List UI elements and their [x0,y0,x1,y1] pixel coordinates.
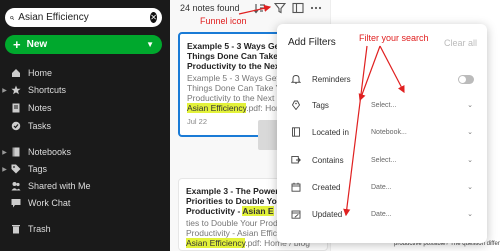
updated-date-select[interactable]: Date... ⌄ [371,207,473,221]
sidebar-item-label: Home [28,68,53,78]
sidebar-item-label: Work Chat [28,198,71,208]
new-button[interactable]: + New ▼ [5,35,162,54]
sidebar-item-label: Tags [28,164,48,174]
sidebar-item-label: Notes [28,103,52,113]
note-title-line: Productivity - [186,206,243,216]
select-value: Select... [371,156,397,164]
chat-icon [9,197,23,209]
filter-row-contains: Contains Select... ⌄ [277,150,487,170]
tags-select[interactable]: Select... ⌄ [371,98,473,112]
chevron-down-icon: ⌄ [467,184,473,191]
sidebar-item-tags[interactable]: ▶ Tags [0,161,47,177]
sidebar-item-home[interactable]: Home [0,65,52,81]
sidebar-item-trash[interactable]: Trash [0,221,51,237]
chevron-down-icon: ▼ [146,40,154,49]
chevron-down-icon: ⌄ [467,129,473,136]
bell-icon [291,75,301,84]
search-icon [10,15,15,20]
sidebar-item-label: Shortcuts [28,85,67,95]
contains-icon [291,156,301,164]
filter-row-reminders: Reminders [277,69,487,89]
filter-label: Located in [312,127,349,137]
sidebar-item-work-chat[interactable]: Work Chat [0,195,70,211]
sidebar-item-shared-with-me[interactable]: Shared with Me [0,178,91,194]
select-value: Select... [371,101,397,109]
sort-icon[interactable] [254,2,266,14]
filter-label: Created [312,182,341,192]
clear-search-icon[interactable]: ✕ [150,12,157,23]
search-highlight: Asian Efficiency [186,238,246,248]
shared-icon [9,180,23,192]
filter-row-updated: Updated Date... ⌄ [277,204,487,224]
filter-label: Updated [312,209,343,219]
chevron-down-icon: ⌄ [467,102,473,109]
sidebar-item-label: Notebooks [28,147,72,157]
trash-icon [9,223,23,235]
calendar-edit-icon [291,210,301,219]
notebook-select[interactable]: Notebook... ⌄ [371,125,473,139]
sidebar-item-label: Trash [28,224,51,234]
tag-icon [9,163,23,175]
notes-found-count: 24 notes found [180,3,240,13]
chevron-down-icon: ⌄ [467,157,473,164]
select-value: Date... [371,210,392,218]
filter-row-located-in: Located in Notebook... ⌄ [277,122,487,142]
select-value: Date... [371,183,392,191]
filter-label: Contains [312,155,344,165]
filter-row-created: Created Date... ⌄ [277,177,487,197]
sidebar-item-label: Shared with Me [28,181,91,191]
reminders-toggle[interactable] [458,74,474,84]
notebook-icon [292,127,300,137]
sidebar-item-shortcuts[interactable]: ▶ Shortcuts [0,82,66,98]
home-icon [9,67,23,79]
search-input[interactable] [18,12,151,23]
task-icon [9,120,23,132]
new-button-label: New [26,39,48,50]
more-options-icon[interactable] [310,2,322,14]
funnel-annotation: Funnel icon [200,16,247,26]
sidebar-item-label: Tasks [28,121,52,131]
panel-title: Add Filters [288,37,336,48]
sidebar-item-tasks[interactable]: Tasks [0,118,51,134]
created-date-select[interactable]: Date... ⌄ [371,180,473,194]
search-box[interactable]: ✕ [5,8,162,27]
view-layout-icon[interactable] [292,2,304,14]
tag-icon [291,100,301,110]
sidebar: ✕ + New ▼ Home ▶ Shortcuts Notes Tasks ▶ [0,0,170,251]
clear-all-button[interactable]: Clear all [444,38,477,48]
contains-select[interactable]: Select... ⌄ [371,153,473,167]
select-value: Notebook... [371,128,407,136]
plus-icon: + [13,37,21,52]
filter-label: Tags [312,100,329,110]
expand-caret-icon[interactable]: ▶ [0,166,9,173]
search-highlight: Asian Efficiency [187,103,247,113]
filter-row-tags: Tags Select... ⌄ [277,95,487,115]
add-filters-panel: Add Filters Filter your search Clear all… [277,24,487,243]
filter-label: Reminders [312,74,351,84]
star-icon [9,84,23,96]
expand-caret-icon[interactable]: ▶ [0,87,9,94]
sidebar-item-notebooks[interactable]: ▶ Notebooks [0,144,71,160]
note-icon [9,102,23,114]
calendar-icon [291,182,301,192]
sidebar-item-notes[interactable]: Notes [0,100,52,116]
notebook-icon [9,146,23,158]
search-highlight: Asian E [242,206,274,216]
filter-annotation: Filter your search [359,33,429,43]
chevron-down-icon: ⌄ [467,211,473,218]
expand-caret-icon[interactable]: ▶ [0,149,9,156]
funnel-icon[interactable] [274,2,286,14]
